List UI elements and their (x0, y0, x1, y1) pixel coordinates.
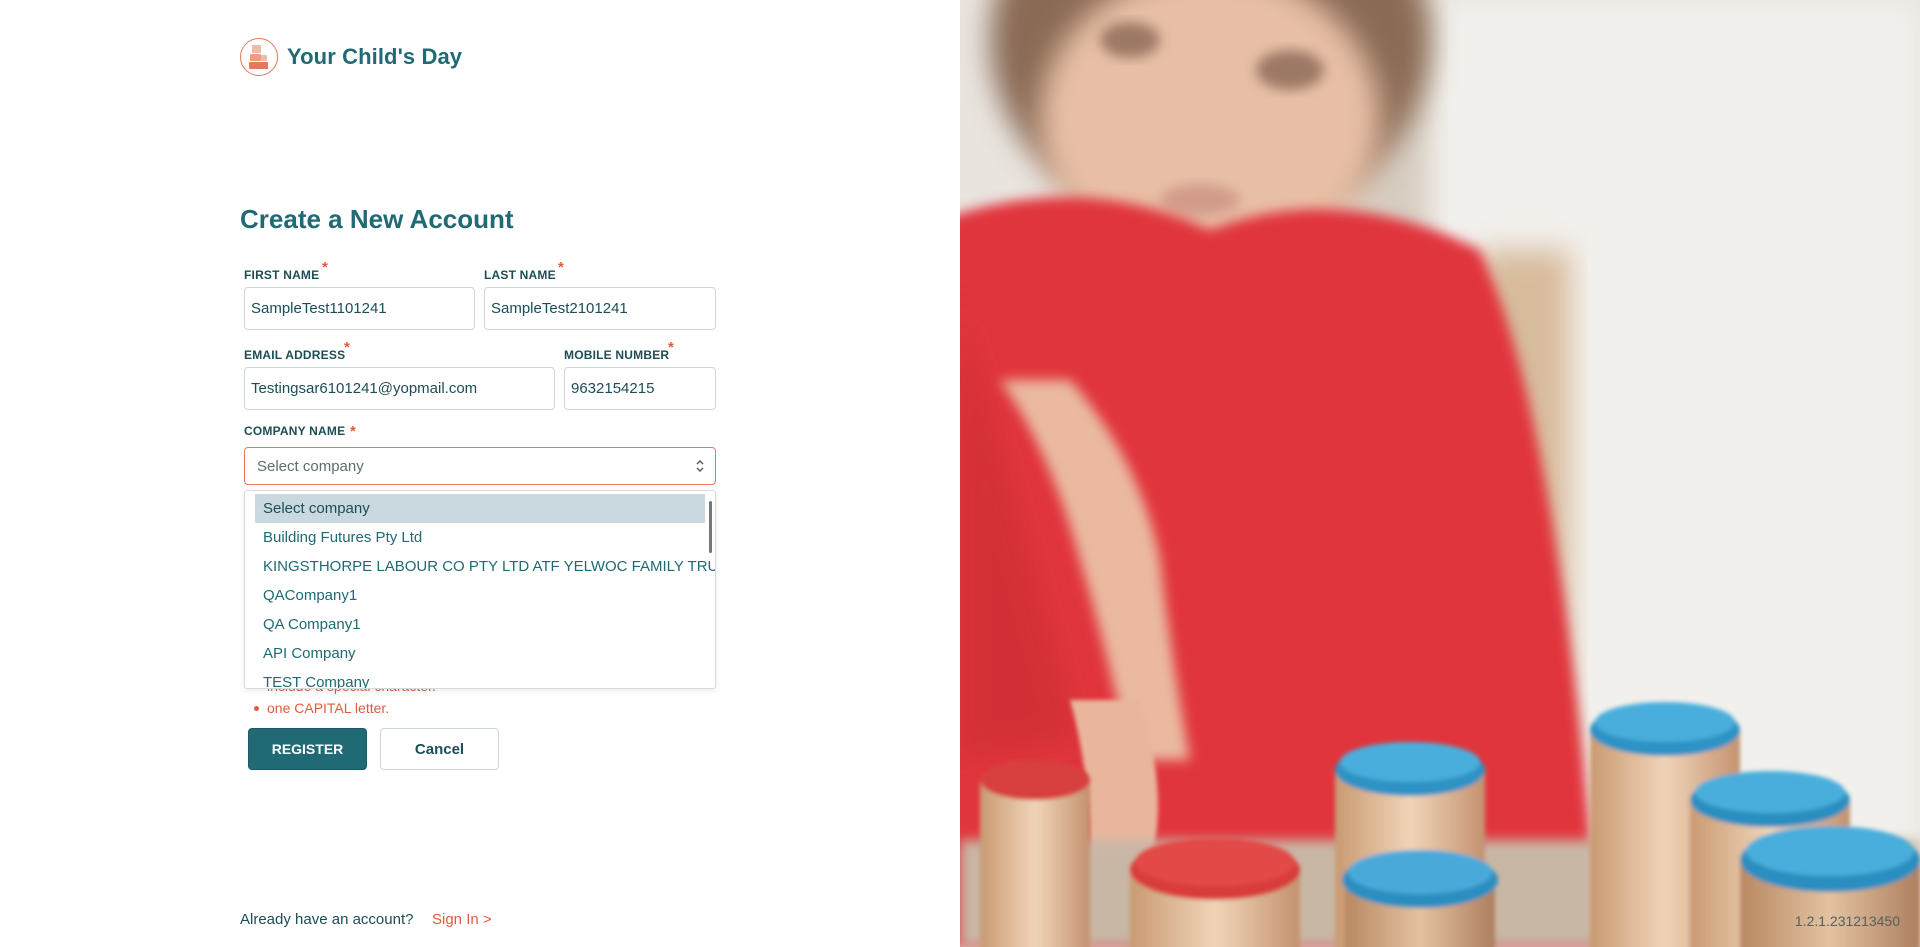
form-panel: Your Child's Day Create a New Account FI… (0, 0, 960, 947)
company-option[interactable]: QACompany1 (255, 581, 705, 610)
email-label: EMAIL ADDRESS (244, 348, 346, 362)
company-option[interactable]: Building Futures Pty Ltd (255, 523, 705, 552)
company-option[interactable]: TEST Company (255, 668, 705, 688)
brand-name: Your Child's Day (287, 44, 463, 69)
hero-photo: 1.2.1.231213450 (960, 0, 1920, 947)
email-field[interactable] (244, 367, 555, 410)
first-name-field[interactable] (244, 287, 475, 330)
register-page: Your Child's Day Create a New Account FI… (0, 0, 1920, 947)
company-dropdown[interactable]: Select company Building Futures Pty Ltd … (244, 490, 716, 689)
blocks-logo-icon (240, 38, 278, 76)
required-marker: * (558, 259, 564, 276)
company-option[interactable]: KINGSTHORPE LABOUR CO PTY LTD ATF YELWOC… (255, 552, 715, 581)
page-title: Create a New Account (240, 204, 514, 234)
signin-prompt: Already have an account? (240, 911, 414, 928)
last-name-label: LAST NAME (484, 268, 556, 282)
app-version: 1.2.1.231213450 (1794, 913, 1900, 929)
required-marker: * (668, 339, 674, 356)
register-button[interactable]: REGISTER (248, 728, 367, 770)
company-option[interactable]: Select company (255, 494, 705, 523)
select-arrows-icon (696, 460, 704, 472)
company-options: Select company Building Futures Pty Ltd … (245, 491, 715, 688)
dropdown-scrollbar[interactable] (709, 501, 712, 553)
child-playing-image (960, 0, 1920, 947)
company-label: COMPANY NAME (244, 424, 346, 438)
brand[interactable]: Your Child's Day (240, 38, 462, 76)
required-marker: * (344, 339, 350, 356)
mobile-field[interactable] (564, 367, 716, 410)
signin-link[interactable]: Sign In > (432, 911, 492, 928)
bullet-icon (254, 705, 259, 711)
company-option[interactable]: API Company (255, 639, 705, 668)
password-hint: one CAPITAL letter. (254, 700, 389, 716)
first-name-label: FIRST NAME (244, 268, 320, 282)
cancel-button[interactable]: Cancel (380, 728, 499, 770)
company-option[interactable]: QA Company1 (255, 610, 705, 639)
mobile-label: MOBILE NUMBER (564, 348, 670, 362)
required-marker: * (350, 423, 356, 440)
company-select[interactable]: Select company (244, 447, 716, 485)
company-select-value: Select company (257, 457, 364, 475)
required-marker: * (322, 259, 328, 276)
last-name-field[interactable] (484, 287, 716, 330)
